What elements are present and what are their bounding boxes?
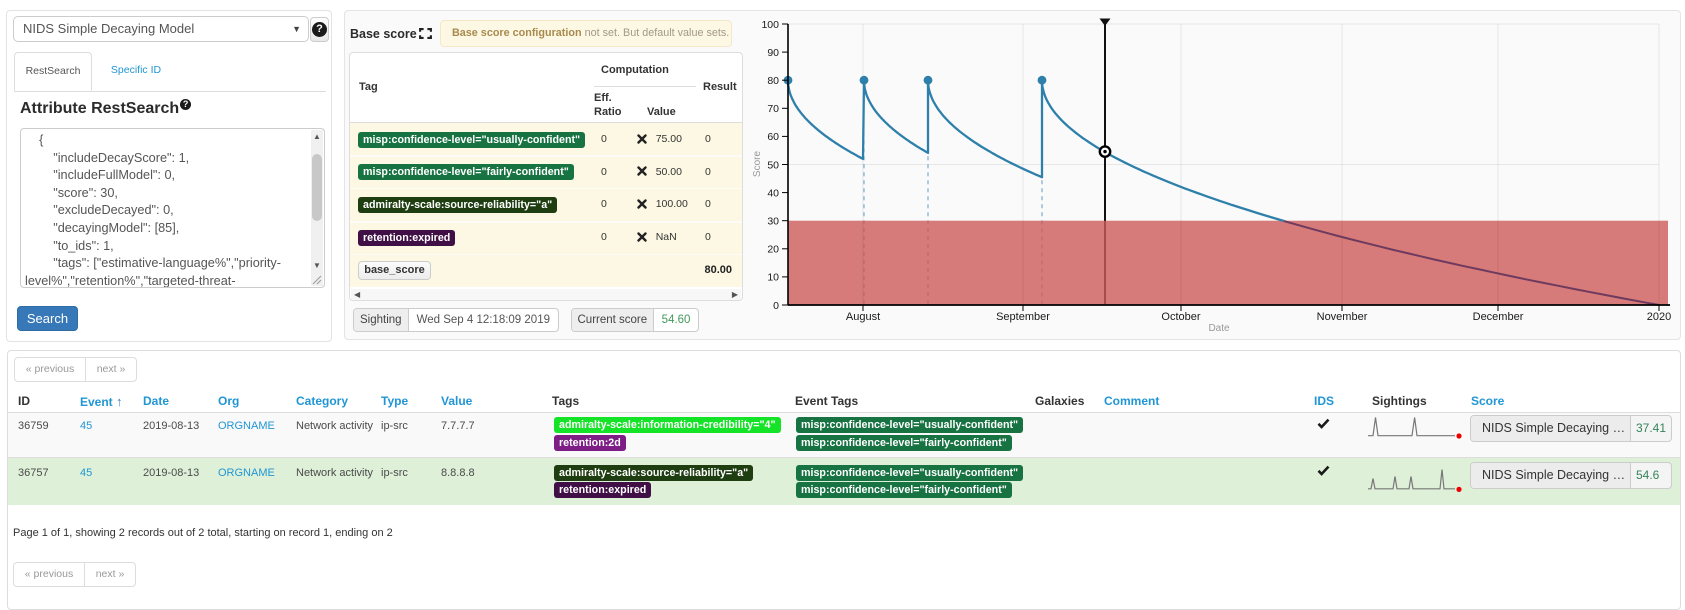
svg-text:80: 80 (767, 75, 779, 87)
svg-text:20: 20 (767, 244, 779, 256)
svg-text:40: 40 (767, 187, 779, 199)
svg-text:100: 100 (761, 19, 779, 31)
svg-text:August: August (846, 311, 880, 323)
svg-text:Date: Date (1208, 323, 1230, 334)
svg-text:October: October (1161, 311, 1200, 323)
svg-text:November: November (1317, 311, 1368, 323)
svg-text:December: December (1473, 311, 1524, 323)
svg-text:0: 0 (773, 300, 779, 312)
svg-text:30: 30 (767, 216, 779, 228)
svg-text:90: 90 (767, 47, 779, 59)
svg-text:50: 50 (767, 159, 779, 171)
svg-text:September: September (996, 311, 1050, 323)
svg-text:60: 60 (767, 131, 779, 143)
svg-text:Score: Score (752, 151, 763, 178)
svg-text:10: 10 (767, 272, 779, 284)
svg-text:70: 70 (767, 103, 779, 115)
svg-text:2020: 2020 (1647, 311, 1671, 323)
